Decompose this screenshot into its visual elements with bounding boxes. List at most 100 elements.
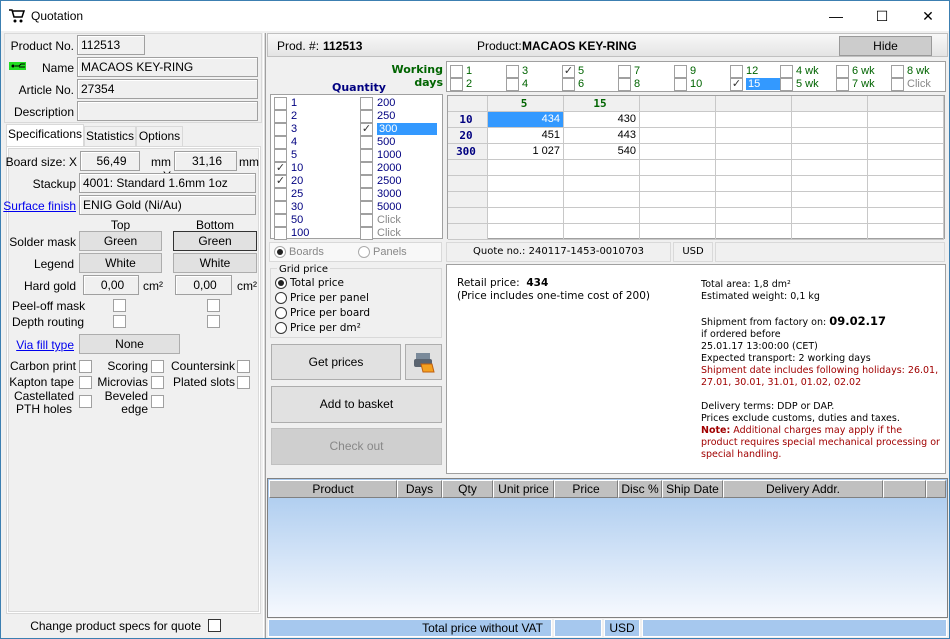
quantity-option[interactable]: 100 bbox=[274, 227, 309, 240]
hard-gold-top-field[interactable]: 0,00 bbox=[83, 275, 139, 295]
working-days-checkbox[interactable] bbox=[450, 65, 463, 78]
surface-finish-link[interactable]: Surface finish bbox=[1, 199, 76, 213]
quantity-option[interactable]: ✓ 10 bbox=[274, 162, 303, 175]
grid-price-cell[interactable] bbox=[716, 176, 792, 192]
grid-price-cell[interactable] bbox=[640, 112, 716, 128]
maximize-button[interactable]: ☐ bbox=[859, 1, 905, 31]
article-no-field[interactable]: 27354 bbox=[77, 79, 258, 99]
grid-price-cell[interactable] bbox=[868, 224, 944, 240]
grid-column-header[interactable] bbox=[792, 96, 868, 112]
grid-price-cell[interactable] bbox=[488, 192, 564, 208]
scoring-checkbox[interactable] bbox=[151, 360, 164, 373]
grid-price-cell[interactable] bbox=[792, 144, 868, 160]
working-days-checkbox[interactable] bbox=[836, 78, 849, 91]
grid-row-header[interactable] bbox=[448, 208, 488, 224]
grid-price-cell[interactable] bbox=[716, 128, 792, 144]
working-days-option[interactable]: 6 bbox=[562, 78, 584, 91]
grid-price-cell[interactable] bbox=[640, 128, 716, 144]
grid-column-header[interactable] bbox=[868, 96, 944, 112]
quantity-checkbox[interactable] bbox=[360, 97, 373, 110]
quantity-option[interactable]: Click bbox=[360, 214, 401, 227]
grid-price-cell[interactable] bbox=[868, 160, 944, 176]
basket-column-header[interactable]: Unit price bbox=[493, 480, 554, 498]
hard-gold-bottom-field[interactable]: 0,00 bbox=[175, 275, 232, 295]
grid-price-cell[interactable] bbox=[868, 128, 944, 144]
grid-price-cell[interactable] bbox=[564, 224, 640, 240]
working-days-option[interactable]: Click bbox=[891, 78, 931, 91]
working-days-option[interactable]: 10 bbox=[674, 78, 702, 91]
quantity-checkbox[interactable] bbox=[360, 136, 373, 149]
working-days-checkbox[interactable] bbox=[891, 78, 904, 91]
quantity-checkbox[interactable]: ✓ bbox=[360, 123, 373, 136]
quantity-checkbox[interactable]: ✓ bbox=[274, 175, 287, 188]
working-days-option[interactable]: 7 wk bbox=[836, 78, 875, 91]
quantity-checkbox[interactable] bbox=[360, 149, 373, 162]
quantity-option[interactable]: 200 bbox=[360, 97, 395, 110]
grid-price-option[interactable]: Price per panel bbox=[275, 292, 370, 307]
solder-mask-top-button[interactable]: Green bbox=[79, 231, 162, 251]
grid-price-cell[interactable] bbox=[640, 224, 716, 240]
quantity-option[interactable]: 3000 bbox=[360, 188, 401, 201]
grid-price-cell[interactable] bbox=[640, 160, 716, 176]
grid-row-header[interactable]: 20 bbox=[448, 128, 488, 144]
depth-routing-bottom-checkbox[interactable] bbox=[207, 315, 220, 328]
working-days-option[interactable]: 3 bbox=[506, 65, 528, 78]
grid-price-cell[interactable] bbox=[868, 208, 944, 224]
boards-radio[interactable]: Boards bbox=[274, 243, 324, 261]
grid-price-cell[interactable] bbox=[716, 208, 792, 224]
legend-top-button[interactable]: White bbox=[79, 253, 162, 273]
working-days-checkbox[interactable] bbox=[562, 78, 575, 91]
grid-price-cell[interactable]: 451 bbox=[488, 128, 564, 144]
working-days-option[interactable]: 7 bbox=[618, 65, 640, 78]
working-days-option[interactable]: 12 bbox=[730, 65, 758, 78]
working-days-option[interactable]: 9 bbox=[674, 65, 696, 78]
quantity-checkbox[interactable] bbox=[274, 97, 287, 110]
grid-price-cell[interactable] bbox=[640, 144, 716, 160]
tab-statistics[interactable]: Statistics bbox=[84, 126, 136, 146]
tab-options[interactable]: Options bbox=[136, 126, 183, 146]
grid-row-header[interactable] bbox=[448, 176, 488, 192]
splitter-handle[interactable] bbox=[263, 33, 266, 638]
grid-price-option[interactable]: Total price bbox=[275, 277, 370, 292]
working-days-checkbox[interactable] bbox=[730, 65, 743, 78]
grid-price-cell[interactable]: 434 bbox=[488, 112, 564, 128]
grid-price-cell[interactable] bbox=[564, 208, 640, 224]
quantity-option[interactable]: 2000 bbox=[360, 162, 401, 175]
quantity-checkbox[interactable] bbox=[360, 214, 373, 227]
quantity-option[interactable]: 5 bbox=[274, 149, 297, 162]
grid-price-cell[interactable] bbox=[868, 176, 944, 192]
quantity-checkbox[interactable] bbox=[360, 227, 373, 240]
get-prices-button[interactable]: Get prices bbox=[271, 344, 401, 380]
grid-price-cell[interactable]: 430 bbox=[564, 112, 640, 128]
grid-price-cell[interactable] bbox=[868, 144, 944, 160]
grid-price-cell[interactable] bbox=[640, 192, 716, 208]
working-days-option[interactable]: 6 wk bbox=[836, 65, 875, 78]
working-days-option[interactable]: 8 bbox=[618, 78, 640, 91]
quantity-option[interactable]: 25 bbox=[274, 188, 303, 201]
grid-price-cell[interactable] bbox=[640, 208, 716, 224]
working-days-checkbox[interactable] bbox=[450, 78, 463, 91]
tab-specifications[interactable]: Specifications bbox=[6, 124, 84, 147]
basket-column-header[interactable]: Product bbox=[269, 480, 397, 498]
grid-price-cell[interactable] bbox=[868, 112, 944, 128]
solder-mask-bottom-button[interactable]: Green bbox=[173, 231, 257, 251]
quantity-option[interactable]: 2500 bbox=[360, 175, 401, 188]
via-fill-button[interactable]: None bbox=[79, 334, 180, 354]
grid-price-cell[interactable] bbox=[792, 176, 868, 192]
working-days-option[interactable]: 4 wk bbox=[780, 65, 819, 78]
grid-price-cell[interactable]: 1 027 bbox=[488, 144, 564, 160]
grid-column-header[interactable]: 5 bbox=[488, 96, 564, 112]
working-days-option[interactable]: ✓ 5 bbox=[562, 65, 584, 78]
grid-price-cell[interactable] bbox=[564, 176, 640, 192]
quantity-checkbox[interactable] bbox=[274, 227, 287, 240]
working-days-checkbox[interactable] bbox=[618, 78, 631, 91]
quantity-checkbox[interactable] bbox=[274, 149, 287, 162]
working-days-option[interactable]: 8 wk bbox=[891, 65, 930, 78]
working-days-checkbox[interactable] bbox=[506, 78, 519, 91]
grid-price-cell[interactable] bbox=[792, 208, 868, 224]
working-days-option[interactable]: 4 bbox=[506, 78, 528, 91]
description-field[interactable] bbox=[77, 101, 258, 121]
grid-price-cell[interactable] bbox=[564, 160, 640, 176]
quantity-checkbox[interactable]: ✓ bbox=[274, 162, 287, 175]
print-button[interactable] bbox=[405, 344, 442, 380]
